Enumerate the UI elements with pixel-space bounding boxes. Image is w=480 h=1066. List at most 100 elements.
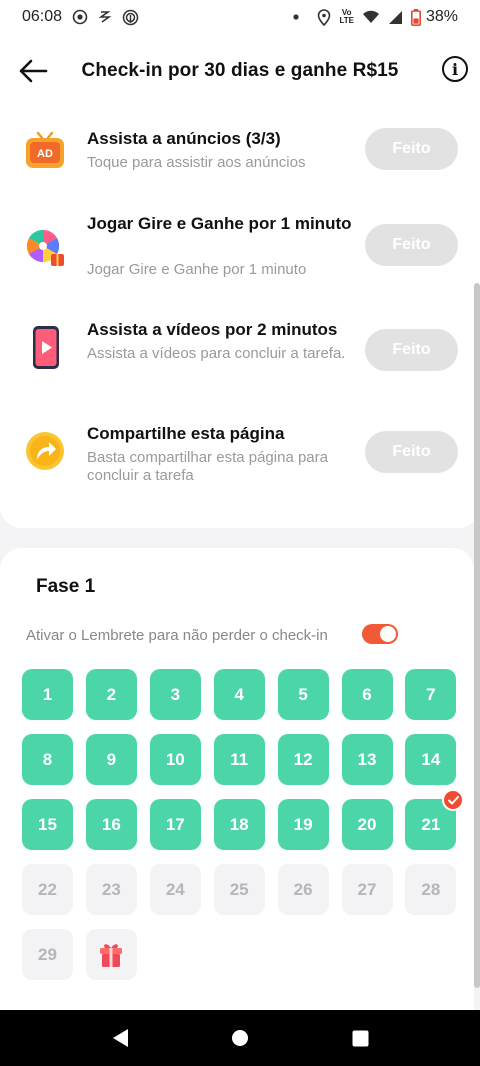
day-number: 11 <box>230 749 249 769</box>
share-icon <box>24 430 66 472</box>
task-item-watch-videos: Assista a vídeos por 2 minutos Assista a… <box>0 319 480 399</box>
day-cell[interactable]: 24 <box>149 864 201 915</box>
day-number: 17 <box>165 814 185 834</box>
spin-wheel-icon <box>24 227 66 269</box>
reminder-toggle[interactable] <box>362 624 398 644</box>
done-button[interactable]: Feito <box>365 224 458 266</box>
nav-recents-button[interactable] <box>340 1018 380 1058</box>
day-cell[interactable]: 25 <box>213 864 265 915</box>
back-arrow-icon <box>19 59 48 83</box>
day-cell[interactable]: 5 <box>277 669 329 720</box>
day-cell[interactable]: 22 <box>22 864 73 915</box>
task-subtitle: Basta compartilhar esta página para conc… <box>87 449 328 484</box>
done-button[interactable]: Feito <box>365 329 458 371</box>
day-number: 13 <box>357 749 377 769</box>
day-cell[interactable]: 23 <box>85 864 137 915</box>
network-label: LTE <box>339 16 354 25</box>
day-number: 5 <box>298 684 308 704</box>
day-cell[interactable]: 8 <box>22 734 73 785</box>
done-button[interactable]: Feito <box>365 431 458 473</box>
day-cell[interactable]: 9 <box>85 734 137 785</box>
status-time: 06:08 <box>22 8 63 25</box>
day-number: 18 <box>229 814 249 834</box>
nav-home-button[interactable] <box>220 1018 260 1058</box>
nfc-icon <box>122 9 139 26</box>
gift-icon <box>100 943 123 967</box>
day-cell[interactable]: 3 <box>149 669 201 720</box>
day-number: 14 <box>421 749 441 769</box>
day-cell[interactable]: 14 <box>405 734 457 785</box>
day-cell[interactable]: 2 <box>85 669 137 720</box>
day-number: 24 <box>165 879 185 899</box>
back-button[interactable] <box>14 52 52 90</box>
task-title: Compartilhe esta página <box>87 424 285 443</box>
phase-title: Fase 1 <box>36 576 96 597</box>
day-cell[interactable]: 28 <box>405 864 457 915</box>
record-icon <box>72 9 88 25</box>
day-cell[interactable]: 12 <box>277 734 329 785</box>
battery-percent: 38% <box>425 8 458 25</box>
scrollbar[interactable] <box>474 283 480 988</box>
day-cell[interactable]: 26 <box>277 864 329 915</box>
day-cell[interactable]: 18 <box>213 799 265 850</box>
task-title: Assista a anúncios (3/3) <box>87 129 281 148</box>
day-cell[interactable]: 4 <box>213 669 265 720</box>
day-cell[interactable]: 19 <box>277 799 329 850</box>
tasks-card: AD Assista a anúncios (3/3) Toque para a… <box>0 108 480 528</box>
signal-icon <box>388 10 403 25</box>
day-cell[interactable]: 27 <box>341 864 393 915</box>
data-saver-icon <box>98 10 112 24</box>
home-circle-icon <box>232 1030 248 1046</box>
ad-tv-icon: AD <box>24 130 66 172</box>
done-button[interactable]: Feito <box>365 128 458 170</box>
page-header: Check-in por 30 dias e ganhe R$15 i <box>0 34 480 108</box>
day-cell[interactable]: 11 <box>213 734 265 785</box>
location-icon <box>317 8 331 26</box>
task-subtitle: Toque para assistir aos anúncios <box>87 154 306 171</box>
day-number: 22 <box>38 879 57 899</box>
day-cell[interactable]: 6 <box>341 669 393 720</box>
page-title: Check-in por 30 dias e ganhe R$15 <box>81 60 399 81</box>
day-number: 10 <box>165 749 185 769</box>
day-cell[interactable]: 13 <box>341 734 393 785</box>
task-title: Assista a vídeos por 2 minutos <box>87 320 338 339</box>
info-icon: i <box>451 59 459 79</box>
status-bar: 06:08 Vo LTE 38% <box>0 0 480 34</box>
day-cell[interactable]: 21 <box>405 789 465 850</box>
volte-icon: Vo LTE <box>339 8 354 25</box>
battery-icon <box>410 8 421 26</box>
day-number: 2 <box>106 684 117 704</box>
day-number: 26 <box>293 879 313 899</box>
reminder-label: Ativar o Lembrete para não perder o chec… <box>26 627 328 644</box>
day-number: 27 <box>357 879 377 899</box>
checked-badge-icon <box>442 789 465 811</box>
day-cell[interactable]: 17 <box>149 799 201 850</box>
day-cell[interactable]: 1 <box>22 669 73 720</box>
task-subtitle: Jogar Gire e Ganhe por 1 minuto <box>87 261 307 278</box>
toggle-knob <box>380 626 396 642</box>
task-item-spin-wheel: Jogar Gire e Ganhe por 1 minuto Jogar Gi… <box>0 213 480 293</box>
final-reward-cell[interactable] <box>85 929 137 980</box>
day-number: 1 <box>42 684 53 704</box>
day-cell[interactable]: 29 <box>22 929 73 980</box>
day-number: 23 <box>101 879 121 899</box>
task-item-share-page: Compartilhe esta página Basta compartilh… <box>0 423 480 503</box>
day-cell[interactable]: 10 <box>149 734 201 785</box>
day-number: 29 <box>38 944 57 964</box>
task-item-watch-ads: AD Assista a anúncios (3/3) Toque para a… <box>0 128 480 198</box>
task-title: Jogar Gire e Ganhe por 1 minuto <box>87 214 352 233</box>
nav-back-button[interactable] <box>100 1018 140 1058</box>
wifi-icon <box>362 10 380 24</box>
day-cell[interactable]: 15 <box>22 799 73 850</box>
dot-icon <box>293 14 300 20</box>
video-phone-icon <box>24 325 66 369</box>
day-number: 6 <box>362 684 372 704</box>
svg-text:AD: AD <box>37 148 53 160</box>
recents-square-icon <box>352 1030 368 1046</box>
day-cell[interactable]: 20 <box>341 799 393 850</box>
day-cell[interactable]: 7 <box>405 669 457 720</box>
info-button[interactable]: i <box>442 56 468 82</box>
day-number: 12 <box>293 749 313 769</box>
day-number: 9 <box>106 749 117 769</box>
day-cell[interactable]: 16 <box>85 799 137 850</box>
